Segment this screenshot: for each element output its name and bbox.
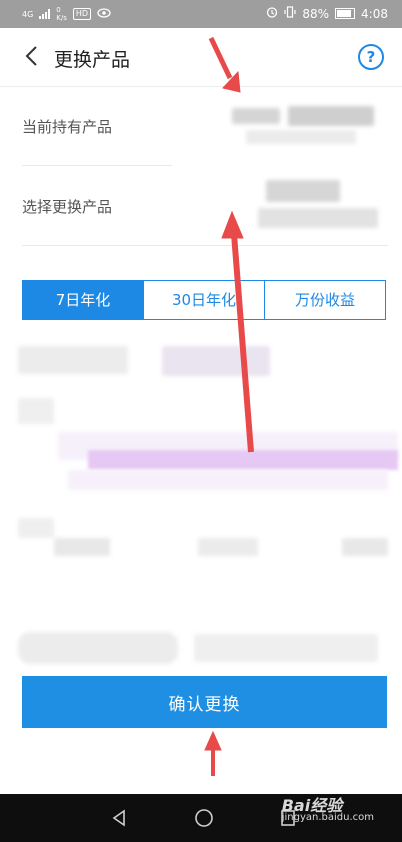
select-product-row[interactable]: 选择更换产品: [22, 166, 388, 246]
yield-chart-obscured: [18, 340, 398, 560]
current-product-value: [232, 106, 382, 150]
confirm-change-button[interactable]: 确认更换: [22, 676, 387, 728]
row-divider: [22, 245, 388, 246]
speed-unit: K/s: [56, 14, 67, 22]
select-product-label: 选择更换产品: [22, 198, 113, 216]
eye-icon: [97, 7, 111, 21]
battery-icon: [335, 8, 356, 19]
signal-icon: [39, 9, 51, 19]
tab-30day-annualized[interactable]: 30日年化: [144, 281, 265, 319]
page-title: 更换产品: [54, 49, 131, 71]
hd-icon: HD: [72, 8, 92, 20]
battery-percent: 88%: [302, 6, 330, 21]
help-icon[interactable]: ?: [358, 44, 384, 70]
nav-back-icon[interactable]: [108, 806, 132, 830]
watermark-brand: Bai经验: [281, 796, 343, 815]
watermark-url: jingyan.baidu.com: [281, 812, 374, 823]
clock: 4:08: [361, 6, 388, 21]
tab-per-10k-income[interactable]: 万份收益: [265, 281, 385, 319]
alarm-icon: [266, 6, 278, 21]
baidu-watermark: Bai经验 jingyan.baidu.com: [281, 796, 374, 824]
network-speed: 0 K/s: [56, 6, 67, 22]
tab-7day-annualized[interactable]: 7日年化: [23, 281, 144, 319]
yield-tabs: 7日年化 30日年化 万份收益: [22, 280, 386, 320]
network-type: 4G: [22, 9, 34, 19]
header: 更换产品 ?: [0, 28, 402, 87]
back-icon[interactable]: [18, 41, 48, 71]
chart-line: [88, 450, 398, 470]
current-product-row: 当前持有产品: [22, 86, 388, 166]
current-product-label: 当前持有产品: [22, 118, 113, 136]
status-right: 88% 4:08: [266, 6, 388, 21]
status-bar: 4G 0 K/s HD 88% 4:08: [0, 0, 402, 28]
status-left: 4G 0 K/s HD: [22, 6, 111, 22]
arrow-head: [204, 730, 222, 751]
select-product-value[interactable]: [252, 180, 392, 234]
system-nav-bar: Bai经验 jingyan.baidu.com: [0, 794, 402, 842]
vibrate-icon: [284, 6, 296, 21]
nav-home-icon[interactable]: [192, 806, 216, 830]
speed-value: 0: [56, 6, 61, 14]
obscured-note: [18, 630, 380, 666]
